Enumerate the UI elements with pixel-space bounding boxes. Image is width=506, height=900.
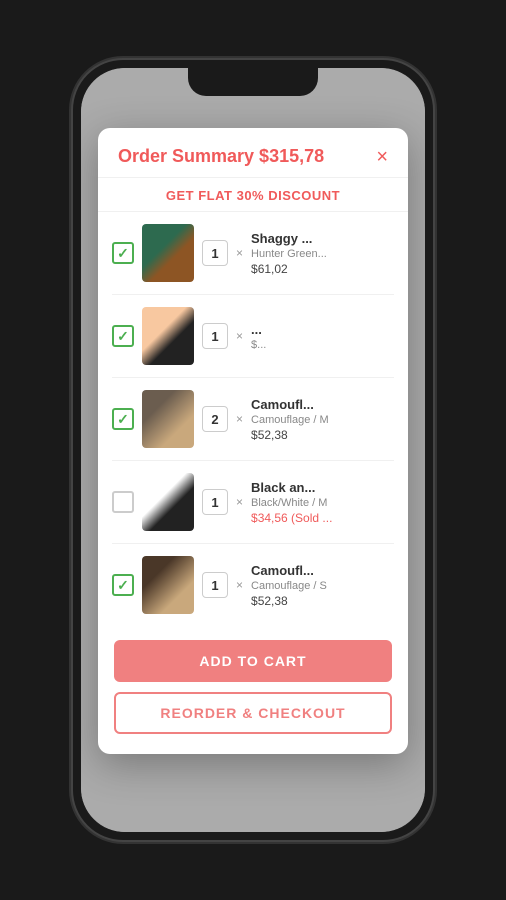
item-name-2: ... <box>251 322 394 337</box>
action-buttons: ADD TO CART REORDER & CHECKOUT <box>98 626 408 734</box>
item-info-3: Camoufl... Camouflage / M $52,38 <box>251 397 394 442</box>
item-variant-3: Camouflage / M <box>251 414 394 426</box>
item-info-1: Shaggy ... Hunter Green... $61,02 <box>251 231 394 276</box>
reorder-checkout-button[interactable]: REORDER & CHECKOUT <box>114 692 392 734</box>
item-qty-5[interactable]: 1 <box>202 572 228 598</box>
item-image-placeholder-1 <box>142 224 194 282</box>
item-image-2 <box>142 307 194 365</box>
x-mark-2: × <box>236 329 243 343</box>
item-qty-1[interactable]: 1 <box>202 240 228 266</box>
item-variant-1: Hunter Green... <box>251 248 394 260</box>
item-image-placeholder-4 <box>142 473 194 531</box>
modal-title: Order Summary $315,78 <box>118 146 324 167</box>
item-name-4: Black an... <box>251 480 394 495</box>
order-summary-modal: Order Summary $315,78 × GET FLAT 30% DIS… <box>98 128 408 754</box>
item-image-4 <box>142 473 194 531</box>
power-button <box>430 228 433 288</box>
item-checkbox-1[interactable] <box>112 242 134 264</box>
item-price-1: $61,02 <box>251 262 394 276</box>
item-qty-2[interactable]: 1 <box>202 323 228 349</box>
volume-up-button <box>73 248 76 303</box>
item-price-5: $52,38 <box>251 594 394 608</box>
item-image-5 <box>142 556 194 614</box>
item-image-3 <box>142 390 194 448</box>
list-item: 1 × Shaggy ... Hunter Green... $61,02 <box>112 212 394 295</box>
list-item: 1 × ... $... <box>112 295 394 378</box>
x-mark-1: × <box>236 246 243 260</box>
item-image-placeholder-2 <box>142 307 194 365</box>
item-name-1: Shaggy ... <box>251 231 394 246</box>
discount-banner: GET FLAT 30% DISCOUNT <box>98 178 408 212</box>
list-item: 2 × Camoufl... Camouflage / M $52,38 <box>112 378 394 461</box>
list-item: 1 × Black an... Black/White / M $34,56 (… <box>112 461 394 544</box>
item-qty-4[interactable]: 1 <box>202 489 228 515</box>
item-checkbox-4[interactable] <box>112 491 134 513</box>
item-price-4: $34,56 (Sold ... <box>251 511 394 525</box>
item-price-3: $52,38 <box>251 428 394 442</box>
phone-frame: Payment Status Pending Fulfillment Statu… <box>73 60 433 840</box>
x-mark-5: × <box>236 578 243 592</box>
volume-down-button <box>73 316 76 371</box>
item-name-5: Camoufl... <box>251 563 394 578</box>
x-mark-4: × <box>236 495 243 509</box>
items-list: 1 × Shaggy ... Hunter Green... $61,02 <box>98 212 408 626</box>
close-button[interactable]: × <box>376 147 388 167</box>
item-variant-4: Black/White / M <box>251 497 394 509</box>
item-info-5: Camoufl... Camouflage / S $52,38 <box>251 563 394 608</box>
mute-button <box>73 198 76 233</box>
item-checkbox-2[interactable] <box>112 325 134 347</box>
item-variant-5: Camouflage / S <box>251 580 394 592</box>
item-qty-3[interactable]: 2 <box>202 406 228 432</box>
item-name-3: Camoufl... <box>251 397 394 412</box>
x-mark-3: × <box>236 412 243 426</box>
list-item: 1 × Camoufl... Camouflage / S $52,38 <box>112 544 394 626</box>
item-image-placeholder-3 <box>142 390 194 448</box>
item-image-1 <box>142 224 194 282</box>
item-image-placeholder-5 <box>142 556 194 614</box>
modal-header: Order Summary $315,78 × <box>98 128 408 178</box>
item-info-2: ... $... <box>251 322 394 351</box>
item-variant-2: $... <box>251 339 394 351</box>
phone-notch <box>188 68 318 96</box>
item-info-4: Black an... Black/White / M $34,56 (Sold… <box>251 480 394 525</box>
item-checkbox-5[interactable] <box>112 574 134 596</box>
modal-overlay: Order Summary $315,78 × GET FLAT 30% DIS… <box>81 68 425 832</box>
phone-screen: Payment Status Pending Fulfillment Statu… <box>81 68 425 832</box>
add-to-cart-button[interactable]: ADD TO CART <box>114 640 392 682</box>
item-checkbox-3[interactable] <box>112 408 134 430</box>
